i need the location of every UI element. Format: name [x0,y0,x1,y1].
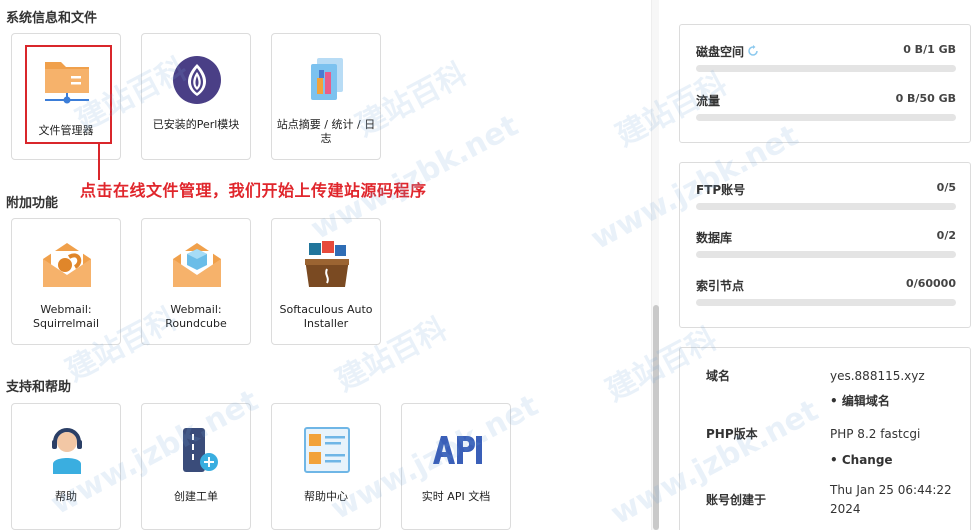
main-panel: 系统信息和文件 文件管理器 已安装的Perl模块 站点摘要 / 统计 / 日志 … [0,0,659,530]
cube-envelope-icon [173,243,221,287]
progress-bar [696,299,956,306]
stat-label: 索引节点 [696,279,745,293]
tile-help[interactable]: 帮助 [11,403,121,530]
section-title-support: 支持和帮助 [6,380,72,395]
tile-site-summary[interactable]: 站点摘要 / 统计 / 日志 [271,33,381,160]
stat-label: FTP账号 [696,183,746,197]
tile-softaculous[interactable]: Softaculous Auto Installer [271,218,381,345]
usage-card-storage: 磁盘空间 0 B/1 GB 流量 0 B/50 GB [679,24,971,143]
change-php-link[interactable]: • Change [830,451,893,470]
callout-line [98,144,100,180]
tile-api-docs[interactable]: 实时 API 文档 [401,403,511,530]
progress-bar [696,251,956,258]
stat-value: 0/2 [936,229,956,242]
progress-bar [696,65,956,72]
sidebar-panel: 磁盘空间 0 B/1 GB 流量 0 B/50 GB FTP账号 0/5 数据库… [660,0,973,530]
app-box-icon [305,241,349,287]
info-value: yes.888115.xyz [830,369,925,383]
section-title-system: 系统信息和文件 [6,11,98,26]
scrollbar[interactable] [651,0,659,530]
stat-value: 0 B/50 GB [895,92,956,105]
stats-documents-icon [311,58,343,100]
stat-label: 磁盘空间 [696,43,759,60]
annotation-text: 点击在线文件管理，我们开始上传建站源码程序 [80,181,427,200]
account-info-card: 域名 yes.888115.xyz • 编辑域名 PHP版本 PHP 8.2 f… [679,347,971,530]
progress-bar [696,203,956,210]
stat-label: 数据库 [696,231,733,245]
tile-label: 实时 API 文档 [421,490,491,503]
stat-value: 0/60000 [906,277,956,290]
tile-label: Webmail: Squirrelmail [33,303,99,330]
tile-label: 帮助中心 [304,490,348,503]
headset-agent-icon [52,428,82,474]
info-value: PHP 8.2 fastcgi [830,427,921,441]
edit-domain-link[interactable]: • 编辑域名 [830,392,890,411]
tile-label: 已安装的Perl模块 [152,118,240,131]
progress-bar [696,114,956,121]
highlight-box [25,45,112,144]
tile-help-center[interactable]: 帮助中心 [271,403,381,530]
tile-label: Softaculous Auto Installer [279,303,373,330]
refresh-icon[interactable] [747,45,759,57]
api-text-icon [433,436,482,464]
tile-label: 站点摘要 / 统计 / 日志 [276,118,376,145]
tile-perl-modules[interactable]: 已安装的Perl模块 [141,33,251,160]
tile-roundcube[interactable]: Webmail: Roundcube [141,218,251,345]
squirrel-envelope-icon [43,243,91,287]
tile-squirrelmail[interactable]: Webmail: Squirrelmail [11,218,121,345]
usage-card-accounts: FTP账号 0/5 数据库 0/2 索引节点 0/60000 [679,162,971,328]
section-title-addons: 附加功能 [6,196,59,211]
stat-label: 流量 [696,94,721,108]
tile-label: Webmail: Roundcube [165,303,227,330]
stat-value: 0/5 [936,181,956,194]
info-label: PHP版本 [706,427,758,441]
info-value: 2024 [830,502,861,516]
ticket-add-icon [183,428,218,472]
info-label: 账号创建于 [706,493,767,507]
qa-board-icon [304,427,350,473]
tile-label: 帮助 [55,490,77,503]
scrollbar-thumb[interactable] [653,305,659,530]
info-label: 域名 [706,369,731,383]
info-value: Thu Jan 25 06:44:22 [830,483,952,497]
tile-create-ticket[interactable]: 创建工单 [141,403,251,530]
onion-icon [173,56,221,104]
stat-value: 0 B/1 GB [903,43,956,56]
tile-label: 创建工单 [174,490,218,503]
